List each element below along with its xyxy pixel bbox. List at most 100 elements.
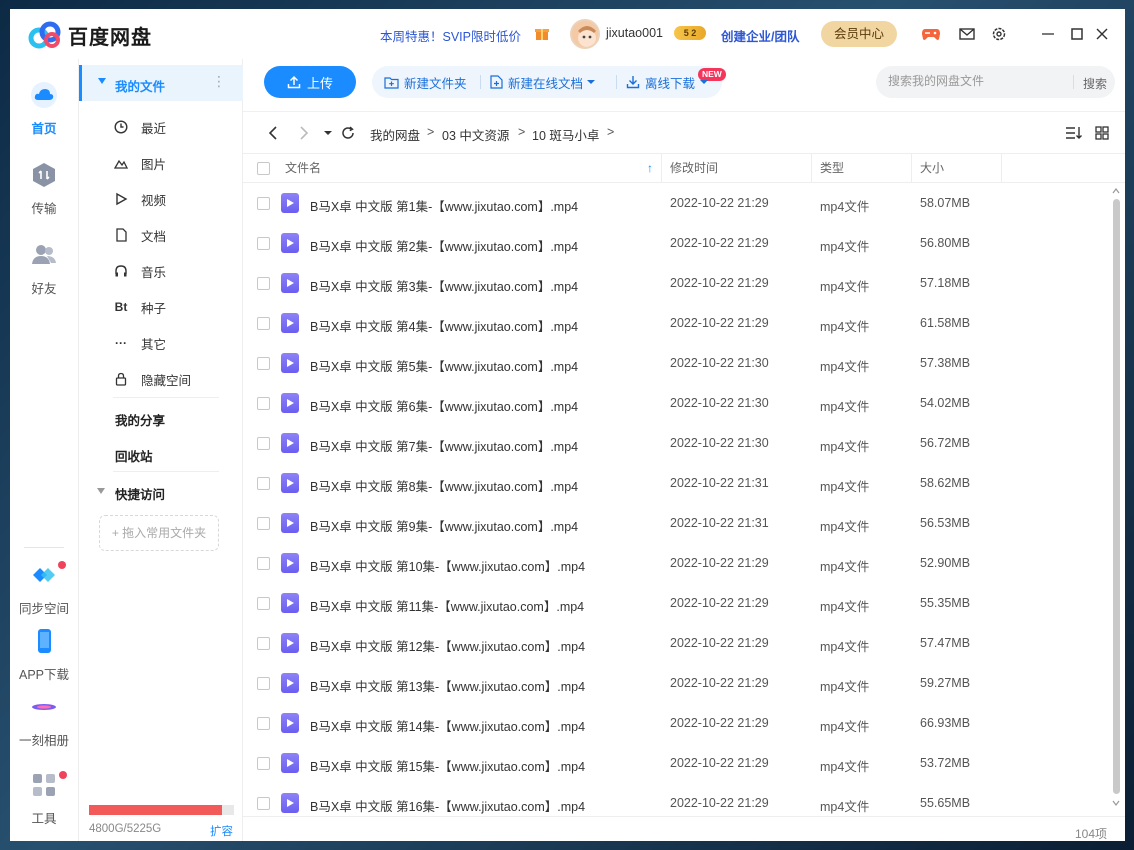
chevron-down-icon[interactable] [97,488,105,494]
row-checkbox[interactable] [257,717,270,730]
grid-view-icon[interactable] [1093,124,1111,142]
column-header-size[interactable]: 大小 [920,154,944,182]
rail-item-app-download[interactable]: APP下载 [10,627,78,683]
username[interactable]: jixutao001 [606,26,663,40]
table-row[interactable]: B马X卓 中文版 第1集-【www.jixutao.com】.mp4 2022-1… [243,183,1109,223]
avatar[interactable] [570,19,600,49]
sidebar-item-torrents[interactable]: Bt 种子 [113,289,166,325]
row-checkbox[interactable] [257,317,270,330]
breadcrumb-item[interactable]: 我的网盘 [370,125,420,144]
file-name[interactable]: B马X卓 中文版 第5集-【www.jixutao.com】.mp4 [310,356,578,375]
minimize-icon[interactable] [1037,23,1059,45]
sidebar-item-my-share[interactable]: 我的分享 [115,410,165,429]
breadcrumb-item[interactable]: 10 斑马小卓 [532,125,599,144]
sidebar-item-recent[interactable]: 最近 [113,109,166,145]
rail-item-friends[interactable]: 好友 [10,241,78,297]
maximize-icon[interactable] [1066,23,1088,45]
rail-item-tools[interactable]: 工具 [10,771,78,827]
table-row[interactable]: B马X卓 中文版 第9集-【www.jixutao.com】.mp4 2022-1… [243,503,1109,543]
select-all-checkbox[interactable] [257,162,270,175]
sidebar-item-images[interactable]: 图片 [113,145,166,181]
table-row[interactable]: B马X卓 中文版 第3集-【www.jixutao.com】.mp4 2022-1… [243,263,1109,303]
row-checkbox[interactable] [257,277,270,290]
sidebar-item-music[interactable]: 音乐 [113,253,166,289]
row-checkbox[interactable] [257,437,270,450]
back-icon[interactable] [264,124,282,142]
search-input[interactable] [888,74,1068,88]
create-enterprise-link[interactable]: 创建企业/团队 [721,26,799,45]
table-row[interactable]: B马X卓 中文版 第16集-【www.jixutao.com】.mp4 2022-… [243,783,1109,823]
sidebar-item-hidden-space[interactable]: 隐藏空间 [113,361,191,397]
offline-download-button[interactable]: 离线下载 [626,66,709,98]
column-header-type[interactable]: 类型 [820,154,844,182]
scroll-down-icon[interactable] [1111,799,1121,807]
rail-item-album[interactable]: 一刻相册 [10,693,78,749]
sort-icon[interactable] [1065,124,1083,142]
table-row[interactable]: B马X卓 中文版 第5集-【www.jixutao.com】.mp4 2022-1… [243,343,1109,383]
table-row[interactable]: B马X卓 中文版 第15集-【www.jixutao.com】.mp4 2022-… [243,743,1109,783]
svip-promo-link[interactable]: 本周特惠！SVIP限时低价 [380,26,521,45]
file-name[interactable]: B马X卓 中文版 第12集-【www.jixutao.com】.mp4 [310,636,585,655]
file-name[interactable]: B马X卓 中文版 第11集-【www.jixutao.com】.mp4 [310,596,584,615]
file-name[interactable]: B马X卓 中文版 第10集-【www.jixutao.com】.mp4 [310,556,585,575]
add-favorite-folder-dropzone[interactable]: + 拖入常用文件夹 [99,515,219,551]
mail-icon[interactable] [956,23,978,45]
settings-icon[interactable] [988,23,1010,45]
chevron-down-icon[interactable] [98,78,106,84]
rail-item-transfer[interactable]: 传输 [10,161,78,217]
row-checkbox[interactable] [257,637,270,650]
row-checkbox[interactable] [257,797,270,810]
table-row[interactable]: B马X卓 中文版 第14集-【www.jixutao.com】.mp4 2022-… [243,703,1109,743]
file-name[interactable]: B马X卓 中文版 第8集-【www.jixutao.com】.mp4 [310,476,578,495]
file-name[interactable]: B马X卓 中文版 第16集-【www.jixutao.com】.mp4 [310,796,585,815]
breadcrumb-item[interactable]: 03 中文资源 [442,125,509,144]
vertical-scrollbar[interactable] [1111,187,1121,807]
history-dropdown-icon[interactable] [319,124,337,142]
file-name[interactable]: B马X卓 中文版 第6集-【www.jixutao.com】.mp4 [310,396,578,415]
gift-icon[interactable] [534,25,550,41]
refresh-icon[interactable] [339,124,357,142]
rail-item-sync-space[interactable]: 同步空间 [10,561,78,617]
row-checkbox[interactable] [257,397,270,410]
file-name[interactable]: B马X卓 中文版 第1集-【www.jixutao.com】.mp4 [310,196,578,215]
sidebar-item-my-files[interactable]: 我的文件 ⋮ [79,65,243,101]
expand-storage-link[interactable]: 扩容 [210,823,233,839]
file-name[interactable]: B马X卓 中文版 第13集-【www.jixutao.com】.mp4 [310,676,585,695]
row-checkbox[interactable] [257,517,270,530]
file-name[interactable]: B马X卓 中文版 第9集-【www.jixutao.com】.mp4 [310,516,578,535]
sort-ascending-icon[interactable]: ↑ [647,154,653,182]
scrollbar-thumb[interactable] [1113,199,1120,794]
table-row[interactable]: B马X卓 中文版 第10集-【www.jixutao.com】.mp4 2022-… [243,543,1109,583]
member-center-button[interactable]: 会员中心 [821,21,897,47]
row-checkbox[interactable] [257,197,270,210]
table-row[interactable]: B马X卓 中文版 第2集-【www.jixutao.com】.mp4 2022-1… [243,223,1109,263]
row-checkbox[interactable] [257,357,270,370]
row-checkbox[interactable] [257,477,270,490]
table-row[interactable]: B马X卓 中文版 第4集-【www.jixutao.com】.mp4 2022-1… [243,303,1109,343]
table-row[interactable]: B马X卓 中文版 第13集-【www.jixutao.com】.mp4 2022-… [243,663,1109,703]
upload-button[interactable]: 上传 [264,66,356,98]
sidebar-item-videos[interactable]: 视频 [113,181,166,217]
forward-icon[interactable] [295,124,313,142]
sidebar-item-others[interactable]: ··· 其它 [113,325,166,361]
game-icon[interactable] [920,23,942,45]
rail-item-home[interactable]: 首页 [10,81,78,137]
scroll-up-icon[interactable] [1111,187,1121,195]
file-name[interactable]: B马X卓 中文版 第14集-【www.jixutao.com】.mp4 [310,716,585,735]
close-icon[interactable] [1091,23,1113,45]
sidebar-item-documents[interactable]: 文档 [113,217,166,253]
row-checkbox[interactable] [257,757,270,770]
row-checkbox[interactable] [257,677,270,690]
quick-access-header[interactable]: 快捷访问 [115,484,165,503]
file-name[interactable]: B马X卓 中文版 第7集-【www.jixutao.com】.mp4 [310,436,578,455]
table-row[interactable]: B马X卓 中文版 第7集-【www.jixutao.com】.mp4 2022-1… [243,423,1109,463]
row-checkbox[interactable] [257,557,270,570]
table-row[interactable]: B马X卓 中文版 第8集-【www.jixutao.com】.mp4 2022-1… [243,463,1109,503]
table-row[interactable]: B马X卓 中文版 第6集-【www.jixutao.com】.mp4 2022-1… [243,383,1109,423]
column-header-modified[interactable]: 修改时间 [670,154,718,182]
file-name[interactable]: B马X卓 中文版 第3集-【www.jixutao.com】.mp4 [310,276,578,295]
search-button[interactable]: 搜索 [1083,75,1107,92]
new-online-doc-button[interactable]: 新建在线文档 [490,66,596,98]
more-vertical-icon[interactable]: ⋮ [212,73,226,90]
row-checkbox[interactable] [257,237,270,250]
